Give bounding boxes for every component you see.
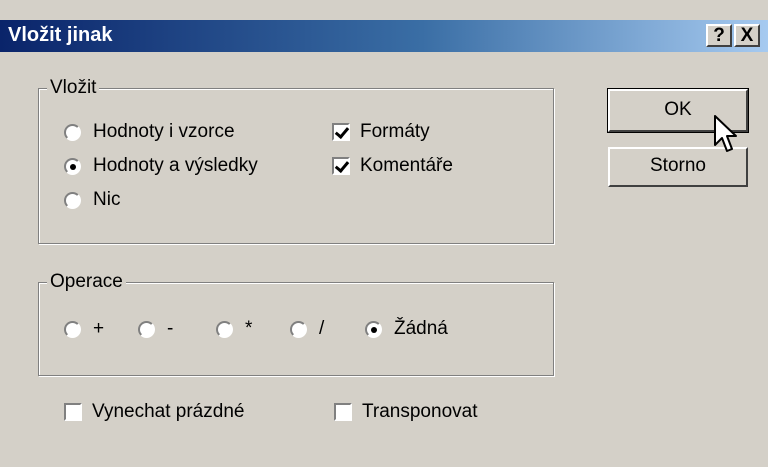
- radio-button[interactable]: [64, 191, 81, 209]
- radio-hodnoty-i-vzorce[interactable]: Hodnoty i vzorce: [64, 121, 235, 143]
- close-button[interactable]: X: [734, 24, 760, 47]
- radio-button[interactable]: [290, 320, 307, 338]
- radio-label: +: [93, 318, 105, 339]
- checkbox-label: Komentáře: [360, 155, 453, 176]
- paste-special-dialog: Vložit jinak ? X Vložit Hodnoty i vzorce…: [0, 0, 768, 467]
- paste-group-legend: Vložit: [47, 77, 100, 99]
- checkbox-transpose[interactable]: Transponovat: [334, 401, 477, 423]
- checkbox-label: Vynechat prázdné: [92, 401, 245, 422]
- checkbox[interactable]: [334, 403, 352, 421]
- radio-button[interactable]: [138, 320, 155, 338]
- radio-label: Žádná: [394, 318, 448, 339]
- radio-button[interactable]: [64, 157, 81, 175]
- help-button[interactable]: ?: [706, 24, 732, 47]
- checkbox[interactable]: [64, 403, 82, 421]
- radio-label: *: [245, 318, 253, 339]
- checkbox-skip-blanks[interactable]: Vynechat prázdné: [64, 401, 244, 423]
- radio-nic[interactable]: Nic: [64, 189, 120, 211]
- operation-group-legend: Operace: [47, 271, 126, 293]
- checkbox[interactable]: [332, 123, 350, 141]
- radio-label: /: [319, 318, 325, 339]
- radio-label: Nic: [93, 189, 121, 210]
- title-bar[interactable]: Vložit jinak ? X: [0, 20, 768, 52]
- mouse-pointer-icon: [714, 115, 737, 152]
- radio-label: -: [167, 318, 174, 339]
- checkbox-label: Formáty: [360, 121, 430, 142]
- checkbox-formaty[interactable]: Formáty: [332, 121, 430, 143]
- radio-multiply[interactable]: *: [216, 318, 252, 340]
- window-title: Vložit jinak: [8, 24, 113, 46]
- radio-label: Hodnoty a výsledky: [93, 155, 258, 176]
- radio-plus[interactable]: +: [64, 318, 104, 340]
- radio-hodnoty-a-vysledky[interactable]: Hodnoty a výsledky: [64, 155, 258, 177]
- radio-button[interactable]: [365, 320, 382, 338]
- radio-button[interactable]: [216, 320, 233, 338]
- radio-divide[interactable]: /: [290, 318, 324, 340]
- radio-none[interactable]: Žádná: [365, 318, 448, 340]
- checkbox-label: Transponovat: [362, 401, 478, 422]
- radio-button[interactable]: [64, 123, 81, 141]
- radio-minus[interactable]: -: [138, 318, 173, 340]
- checkbox-komentare[interactable]: Komentáře: [332, 155, 453, 177]
- radio-label: Hodnoty i vzorce: [93, 121, 235, 142]
- checkbox[interactable]: [332, 157, 350, 175]
- radio-button[interactable]: [64, 320, 81, 338]
